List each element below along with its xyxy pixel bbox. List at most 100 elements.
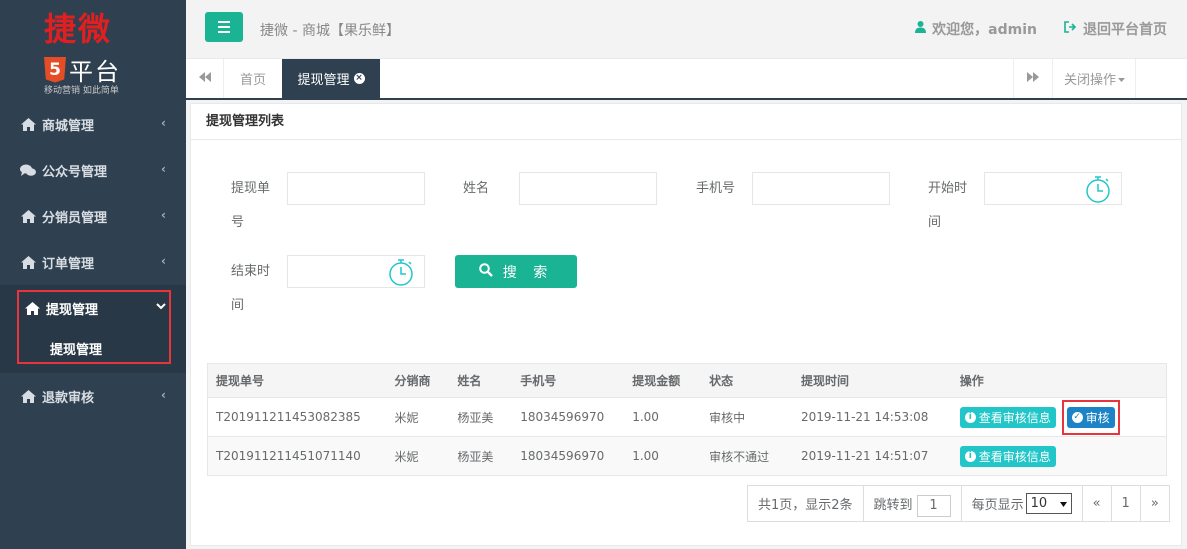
column-header: 提现金额: [624, 363, 702, 398]
sidebar-item-orders[interactable]: 订单管理 ‹: [0, 239, 186, 285]
pager-per-page: 每页显示 10: [962, 486, 1083, 521]
pagination: 共1页，显示2条 跳转到 1 每页显示 10 « 1 »: [747, 485, 1170, 522]
column-header: 状态: [701, 363, 793, 398]
forward-icon: [1027, 71, 1039, 86]
stopwatch-icon: [388, 259, 414, 290]
column-header: 分销商: [386, 363, 450, 398]
back-home-text: 退回平台首页: [1083, 22, 1167, 38]
close-ops-label: 关闭操作: [1063, 73, 1116, 88]
cell-time: 2019-11-21 14:51:07: [792, 436, 952, 476]
tab-scroll-left-button[interactable]: [186, 59, 224, 98]
search-label: 搜 索: [502, 264, 554, 281]
phone-input[interactable]: [752, 172, 890, 205]
withdrawal-panel: 提现管理列表 提现单 号 姓名 手机号 开始时 间 结束时 间 搜 索 提现单号…: [190, 103, 1182, 546]
back-home-link[interactable]: 退回平台首页: [1064, 19, 1167, 39]
close-icon[interactable]: ×: [353, 73, 365, 84]
site-title: 捷微 - 商城【果乐鲜】: [260, 23, 400, 39]
cell-status: 审核中: [701, 397, 793, 437]
jump-page-input[interactable]: 1: [916, 494, 951, 517]
sidebar-item-distributors[interactable]: 分销员管理 ‹: [0, 193, 186, 239]
home-icon: [20, 255, 36, 269]
comments-icon: [20, 163, 36, 177]
order-no-input[interactable]: [287, 172, 425, 205]
search-button[interactable]: 搜 索: [455, 255, 577, 288]
cell-actions: i 查看审核信息: [951, 436, 1167, 476]
tabs-bar: 首页 提现管理 × 关闭操作: [186, 59, 1187, 100]
chevron-left-icon: ‹: [161, 254, 166, 268]
column-header: 手机号: [512, 363, 625, 398]
sidebar-item-mall[interactable]: 商城管理 ‹: [0, 101, 186, 147]
view-audit-label: 查看审核信息: [978, 449, 1051, 464]
panel-title: 提现管理列表: [191, 104, 1181, 140]
table-header-row: 提现单号 分销商 姓名 手机号 提现金额 状态 提现时间 操作: [207, 363, 1167, 398]
per-page-value: 10: [1030, 496, 1048, 511]
tab-scroll-right-button[interactable]: [1013, 59, 1053, 98]
top-bar: 捷微 - 商城【果乐鲜】 欢迎您，admin 退回平台首页: [186, 0, 1187, 59]
stopwatch-icon: [1085, 176, 1111, 207]
sidebar-item-label: 分销员管理: [42, 210, 108, 226]
filter-label-order-no: 提现单: [231, 181, 271, 196]
tab-home[interactable]: 首页: [224, 59, 282, 98]
close-operations-dropdown[interactable]: 关闭操作: [1054, 59, 1136, 98]
tab-withdrawal[interactable]: 提现管理 ×: [282, 59, 380, 98]
per-page-label: 每页显示: [971, 498, 1024, 513]
pager-jump: 跳转到 1: [864, 486, 962, 521]
cell-phone: 18034596970: [512, 436, 625, 476]
pager-jump-label: 跳转到: [873, 498, 913, 513]
pager-summary: 共1页，显示2条: [748, 486, 864, 521]
next-page-button[interactable]: »: [1141, 486, 1169, 521]
logo: 捷微 5 平台 移动营销 如此简单: [0, 0, 186, 100]
sidebar-item-refunds[interactable]: 退款审核 ‹: [0, 373, 186, 419]
table-row: T201911211451071140 米妮 杨亚美 18034596970 1…: [207, 436, 1167, 476]
cell-order-no: T201911211451071140: [207, 436, 387, 476]
info-circle-icon: i: [964, 411, 976, 423]
name-input[interactable]: [519, 172, 657, 205]
sign-out-icon: [1064, 21, 1077, 37]
filter-label-end-time-cont: 间: [231, 298, 245, 313]
end-time-input[interactable]: [287, 255, 425, 288]
cell-status: 审核不通过: [701, 436, 793, 476]
cell-actions: i 查看审核信息 ✓ 审核: [951, 397, 1167, 437]
cell-amount: 1.00: [624, 397, 702, 437]
chevron-left-icon: ‹: [161, 162, 166, 176]
sidebar-item-label: 公众号管理: [42, 164, 108, 180]
logo-platform: 5 平台: [44, 52, 121, 87]
sidebar-item-wechat[interactable]: 公众号管理 ‹: [0, 147, 186, 193]
cell-name: 杨亚美: [449, 397, 513, 437]
filter-label-order-no-cont: 号: [231, 215, 245, 230]
cell-amount: 1.00: [624, 436, 702, 476]
logo-platform-text: 平台: [69, 58, 121, 86]
prev-page-button[interactable]: «: [1083, 486, 1112, 521]
start-time-input[interactable]: [984, 172, 1122, 205]
column-header: 提现单号: [207, 363, 387, 398]
view-audit-label: 查看审核信息: [978, 410, 1051, 425]
chevron-left-icon: ‹: [161, 388, 166, 402]
cell-time: 2019-11-21 14:53:08: [792, 397, 952, 437]
tab-label: 提现管理: [297, 73, 350, 88]
menu-toggle-button[interactable]: [205, 12, 243, 42]
cell-order-no: T201911211453082385: [207, 397, 387, 437]
welcome-user[interactable]: 欢迎您，admin: [915, 19, 1037, 39]
sidebar-item-label: 退款审核: [42, 390, 95, 406]
user-icon: [915, 21, 927, 37]
sidebar: 捷微 5 平台 移动营销 如此简单 商城管理 ‹ 公众号管理 ‹ 分销员管理 ‹…: [0, 0, 186, 549]
backward-icon: [198, 71, 211, 86]
audit-highlight-box: ✓ 审核: [1061, 399, 1120, 435]
column-header: 操作: [951, 363, 1167, 398]
filter-label-end-time: 结束时: [231, 264, 271, 279]
sidebar-item-label: 订单管理: [42, 256, 95, 272]
page-1-button[interactable]: 1: [1112, 486, 1141, 521]
html5-icon: 5: [44, 56, 66, 83]
audit-button[interactable]: ✓ 审核: [1066, 406, 1115, 428]
chevron-left-icon: ‹: [161, 208, 166, 222]
chevron-left-icon: ‹: [161, 116, 166, 130]
per-page-select[interactable]: 10: [1025, 493, 1072, 514]
filter-label-start-time-cont: 间: [928, 215, 942, 230]
highlight-box: [17, 290, 171, 364]
column-header: 提现时间: [792, 363, 952, 398]
view-audit-info-button[interactable]: i 查看审核信息: [959, 406, 1056, 428]
cell-distributor: 米妮: [386, 436, 450, 476]
logo-brand: 捷微: [44, 10, 113, 48]
view-audit-info-button[interactable]: i 查看审核信息: [959, 445, 1056, 467]
column-header: 姓名: [449, 363, 513, 398]
